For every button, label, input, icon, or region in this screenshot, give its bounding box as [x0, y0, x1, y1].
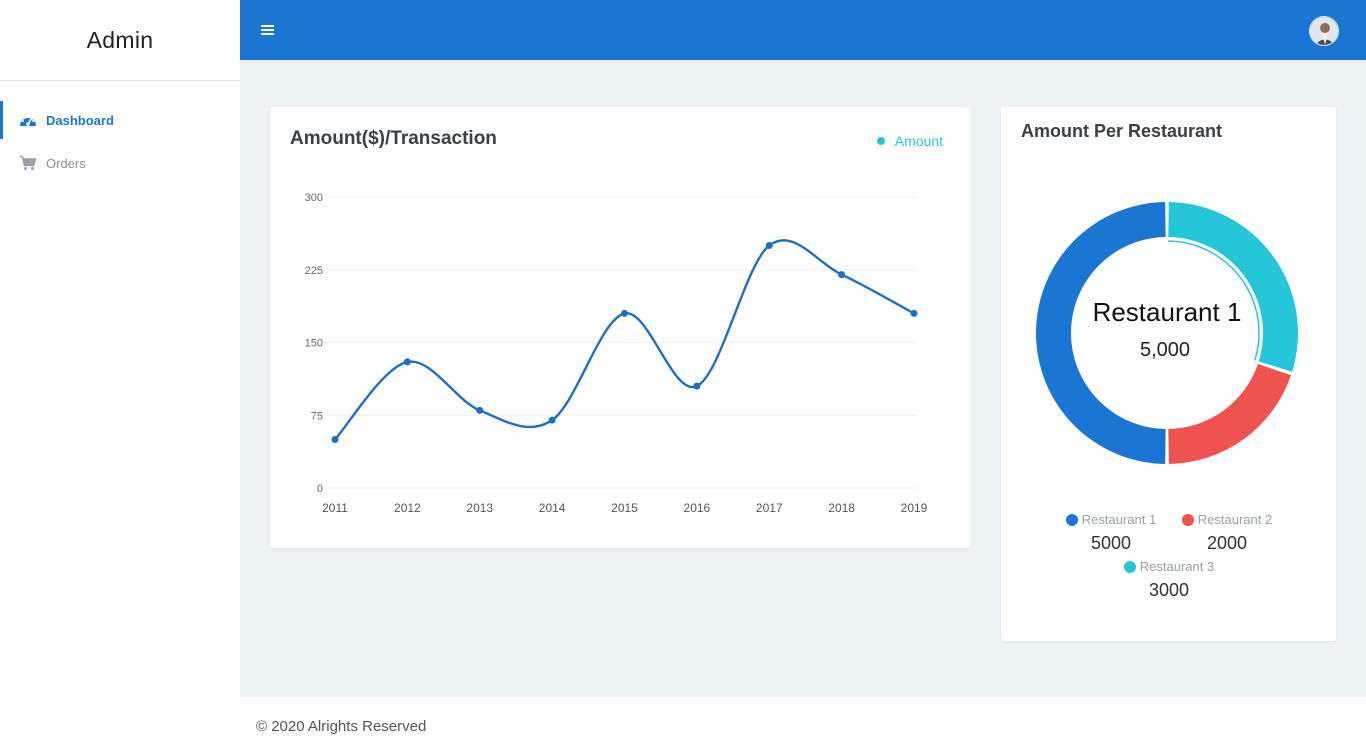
sidebar-nav: Dashboard Orders [0, 81, 240, 182]
x-tick-label: 2013 [466, 501, 493, 515]
amount-per-transaction-card: Amount($)/Transaction Amount 0 75 150 225 30… [270, 107, 971, 548]
sidebar-item-label: Dashboard [46, 112, 114, 128]
sidebar-item-dashboard[interactable]: Dashboard [0, 101, 240, 139]
data-point [693, 382, 701, 390]
data-point [331, 436, 339, 443]
app-title: Admin [86, 26, 154, 53]
footer: © 2020 Alrights Reserved [240, 697, 1366, 756]
legend-value: 3000 [1148, 580, 1190, 600]
legend-item-restaurant-1[interactable]: Restaurant 1 5000 [1056, 512, 1166, 554]
top-bar [240, 0, 1366, 60]
donut-chart: Restaurant 1 5,000 [1036, 202, 1298, 464]
brand: Admin [0, 0, 240, 81]
data-point [621, 309, 628, 317]
x-tick-label: 2011 [322, 501, 348, 515]
data-point [548, 416, 556, 424]
legend-label: Restaurant 1 [1081, 512, 1157, 527]
donut-slice-restaurant-1 [1036, 202, 1166, 464]
y-tick-label: 0 [317, 483, 323, 495]
x-tick-label: 2016 [684, 501, 711, 515]
legend-label: Restaurant 2 [1197, 512, 1273, 527]
legend-value: 2000 [1206, 533, 1248, 553]
line-chart: 0 75 150 225 300 2011 2012 2013 2014 2015 2016 2017… [305, 192, 928, 515]
legend-dot [1181, 513, 1194, 526]
legend-dot [1065, 513, 1078, 526]
data-point [403, 358, 411, 366]
amount-per-restaurant-card: Amount Per Restaurant Restaurant 1 5,000… [1001, 107, 1336, 641]
avatar[interactable] [1309, 16, 1339, 46]
donut-slice-restaurant-2 [1168, 363, 1292, 464]
data-point [910, 309, 918, 317]
legend-dot [1123, 560, 1136, 573]
data-point [838, 271, 846, 279]
y-tick-label: 150 [305, 338, 323, 350]
data-point [476, 406, 484, 414]
y-tick-label: 75 [311, 410, 323, 422]
legend-item-restaurant-2[interactable]: Restaurant 2 2000 [1169, 512, 1285, 554]
shopping-cart-icon [18, 153, 38, 173]
sidebar-item-label: Orders [46, 155, 86, 171]
x-tick-label: 2015 [611, 501, 638, 515]
legend-value: 5000 [1090, 533, 1132, 553]
donut-center-value: 5,000 [1140, 339, 1190, 361]
x-tick-label: 2012 [394, 501, 421, 515]
legend-label: Restaurant 3 [1139, 559, 1215, 574]
sidebar: Admin Dashboard Orders [0, 0, 240, 756]
x-tick-label: 2018 [828, 501, 855, 515]
x-tick-label: 2019 [901, 501, 928, 515]
x-tick-label: 2014 [539, 501, 566, 515]
data-point [765, 242, 773, 249]
donut-center-label: Restaurant 1 [1093, 297, 1242, 327]
dashboard-gauge-icon [18, 110, 38, 130]
footer-copyright: © 2020 Alrights Reserved [256, 718, 427, 735]
y-tick-label: 225 [305, 265, 323, 277]
x-tick-label: 2017 [756, 501, 783, 515]
hamburger-menu-icon[interactable] [260, 22, 276, 38]
legend-item-restaurant-3[interactable]: Restaurant 3 3000 [1111, 559, 1227, 601]
sidebar-item-orders[interactable]: Orders [0, 144, 240, 182]
y-tick-label: 300 [305, 192, 323, 204]
